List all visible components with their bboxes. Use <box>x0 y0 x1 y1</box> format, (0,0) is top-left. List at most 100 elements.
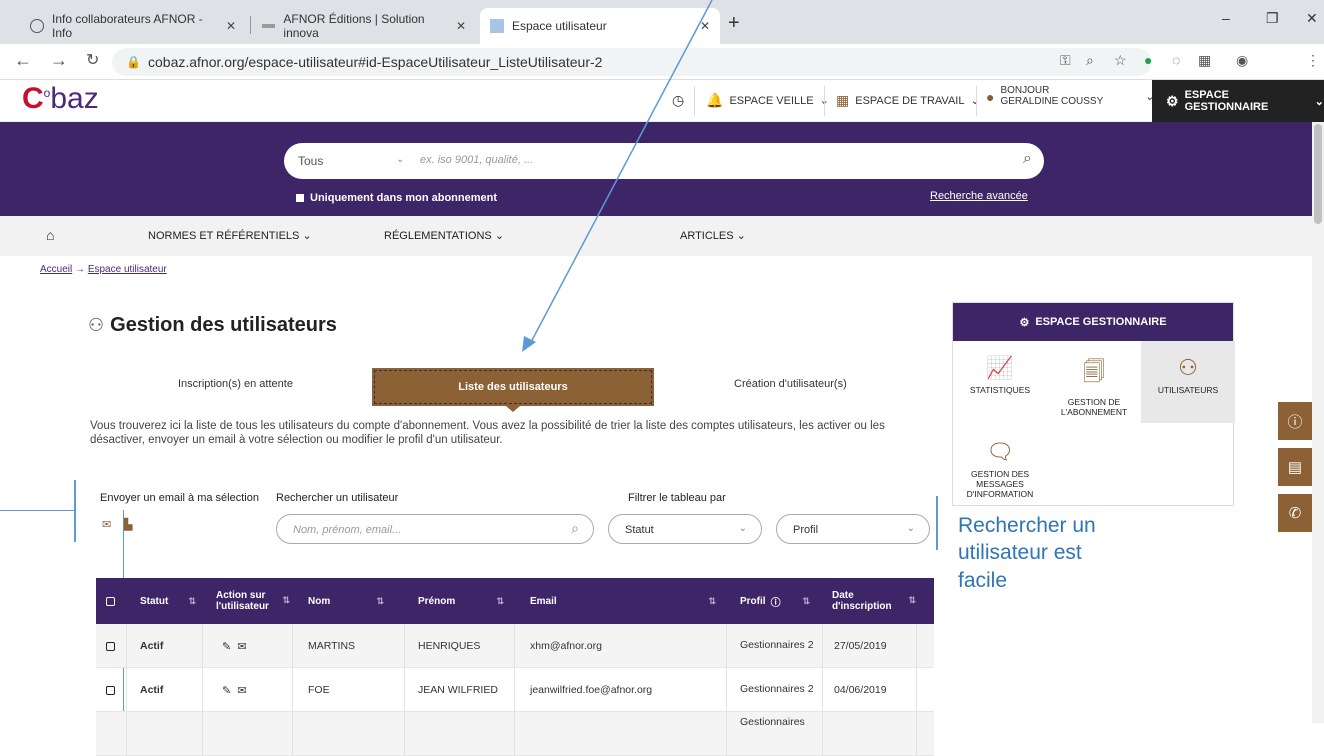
bell-icon: 🔔 <box>706 92 724 108</box>
mail-icon[interactable]: ✉ <box>237 640 246 653</box>
breadcrumb-current-link[interactable]: Espace utilisateur <box>88 264 167 275</box>
row-checkbox[interactable] <box>106 624 115 668</box>
status-filter-select[interactable]: Statut ⌄ <box>608 514 762 544</box>
close-tab-icon[interactable]: ✕ <box>456 19 466 33</box>
users-table: Statut ⇅ Action sur l'utilisateur ⇅ Nom ⇅ P… <box>96 578 934 756</box>
info-float-button[interactable]: ⓘ <box>1278 402 1312 440</box>
menu-icon[interactable]: ⋮ <box>1306 52 1320 69</box>
select-all-checkbox[interactable] <box>106 578 115 624</box>
extension-circle-icon[interactable]: ◌ <box>1172 52 1180 68</box>
search-input[interactable]: ex. iso 9001, qualité, ... <box>420 154 533 166</box>
url-field[interactable]: 🔒 cobaz.afnor.org/espace-utilisateur#id-… <box>112 48 1152 76</box>
col-date[interactable]: Date d'inscription ⇅ <box>832 578 926 624</box>
key-icon[interactable]: ⚿ <box>1060 52 1071 69</box>
only-subscription-checkbox[interactable]: Uniquement dans mon abonnement <box>296 192 497 204</box>
phone-float-button[interactable]: ✆ <box>1278 494 1312 532</box>
col-profil[interactable]: Profil ⓘ ⇅ <box>740 578 820 624</box>
edit-pencil-icon[interactable]: ✎ <box>222 684 231 697</box>
export-file-icon[interactable]: ▙ <box>124 518 132 531</box>
mail-icon[interactable]: ✉ <box>102 518 111 531</box>
advanced-search-link[interactable]: Recherche avancée <box>930 190 1028 202</box>
espace-travail-menu[interactable]: ▦ ESPACE DE TRAVAIL⌄ <box>836 92 980 109</box>
history-icon[interactable]: ◷ <box>672 92 684 109</box>
intro-text: Vous trouverez ici la liste de tous les … <box>90 420 885 446</box>
zoom-icon[interactable]: ⌕ <box>1086 52 1094 69</box>
gear-icon: ⚙ <box>1019 316 1030 329</box>
site-search: Tous ⌄ ex. iso 9001, qualité, ... ⌕ <box>284 143 1044 179</box>
search-icon[interactable]: ⌕ <box>571 520 579 537</box>
espace-veille-menu[interactable]: 🔔 ESPACE VEILLE⌄ <box>706 92 829 109</box>
new-tab-button[interactable]: + <box>728 12 740 35</box>
message-float-button[interactable]: ▤ <box>1278 448 1312 486</box>
cobaz-logo[interactable]: Cobaz <box>22 82 99 116</box>
breadcrumb-home-link[interactable]: Accueil <box>40 264 72 275</box>
back-icon[interactable]: ← <box>14 50 32 71</box>
minimize-button[interactable]: – <box>1222 10 1230 26</box>
table-row[interactable]: Gestionnaires <box>96 712 934 756</box>
tile-label: UTILISATEURS <box>1157 385 1219 395</box>
close-window-button[interactable]: ✕ <box>1306 10 1318 27</box>
chevron-down-icon: ⌄ <box>1314 95 1324 108</box>
maximize-button[interactable]: ❐ <box>1266 10 1279 27</box>
col-prenom[interactable]: Prénom ⇅ <box>418 578 514 624</box>
cell-date: 27/05/2019 <box>834 640 887 652</box>
cell-statut: Actif <box>140 640 164 652</box>
user-menu[interactable]: ● BONJOUR GERALDINE COUSSY ⌄ <box>986 85 1155 107</box>
tab-create-user[interactable]: Création d'utilisateur(s) <box>734 378 847 390</box>
menu-item-normes[interactable]: NORMES ET RÉFÉRENTIELS ⌄ <box>148 229 312 242</box>
close-tab-icon[interactable]: ✕ <box>700 19 710 33</box>
star-icon[interactable]: ☆ <box>1114 52 1127 69</box>
forward-icon[interactable]: → <box>50 50 68 71</box>
close-tab-icon[interactable]: ✕ <box>226 19 236 33</box>
espace-gestionnaire-button[interactable]: ⚙ ESPACE GESTIONNAIRE ⌄ <box>1152 80 1324 122</box>
user-search-input[interactable]: Nom, prénom, email... ⌕ <box>276 514 594 544</box>
row-checkbox[interactable] <box>106 668 115 712</box>
greeting-label: BONJOUR <box>1000 85 1050 96</box>
menu-item-reglementations[interactable]: RÉGLEMENTATIONS ⌄ <box>384 229 504 242</box>
tile-utilisateurs[interactable]: ⚇ UTILISATEURS <box>1141 341 1235 423</box>
tab-title: AFNOR Éditions | Solution innova <box>283 12 425 40</box>
tab-title: Espace utilisateur <box>512 19 607 33</box>
scrollbar-thumb[interactable] <box>1314 124 1322 224</box>
user-icon: ● <box>986 88 995 105</box>
tab-user-list[interactable]: Liste des utilisateurs <box>372 368 654 412</box>
profile-avatar-icon[interactable]: ◉ <box>1236 52 1248 69</box>
menu-item-articles[interactable]: ARTICLES ⌄ <box>680 229 746 242</box>
gear-icon: ⚙ <box>1166 92 1179 109</box>
edit-pencil-icon[interactable]: ✎ <box>222 640 231 653</box>
table-row[interactable]: Actif ✎ ✉ FOE JEAN WILFRIED jeanwilfried… <box>96 668 934 712</box>
col-action[interactable]: Action sur l'utilisateur ⇅ <box>216 578 300 624</box>
info-icon[interactable]: ⓘ <box>771 594 781 609</box>
tile-gestion-messages[interactable]: 🗨 GESTION DES MESSAGES D'INFORMATION <box>953 427 1047 501</box>
col-statut[interactable]: Statut ⇅ <box>140 578 206 624</box>
chevron-down-icon[interactable]: ⌄ <box>396 154 404 165</box>
browser-tab-active[interactable]: Espace utilisateur ✕ <box>480 8 720 44</box>
search-user-label: Rechercher un utilisateur <box>276 492 399 504</box>
profile-filter-select[interactable]: Profil ⌄ <box>776 514 930 544</box>
annotation-line-1: Rechercher un <box>958 514 1096 537</box>
tile-gestion-abonnement[interactable]: 🗐 GESTION DE L'ABONNEMENT <box>1047 341 1141 423</box>
breadcrumb-separator: → <box>75 264 86 275</box>
extension-leaf-icon[interactable]: ● <box>1144 52 1152 68</box>
search-scope-select[interactable]: Tous <box>298 154 323 168</box>
annotation-bar-left <box>74 480 76 542</box>
browser-tab[interactable]: Info collaborateurs AFNOR - Info ✕ <box>20 8 246 44</box>
send-email-label: Envoyer un email à ma sélection <box>100 492 259 504</box>
table-row[interactable]: Actif ✎ ✉ MARTINS HENRIQUES xhm@afnor.or… <box>96 624 934 668</box>
browser-tab[interactable]: AFNOR Éditions | Solution innova ✕ <box>252 8 476 44</box>
reload-icon[interactable]: ↻ <box>86 50 99 70</box>
lock-icon: 🔒 <box>126 55 141 69</box>
tile-statistiques[interactable]: 📈 STATISTIQUES <box>953 341 1047 423</box>
espace-travail-label: ESPACE DE TRAVAIL <box>855 94 965 107</box>
tab-pending[interactable]: Inscription(s) en attente <box>178 378 293 390</box>
mail-icon[interactable]: ✉ <box>237 684 246 697</box>
gestionnaire-panel: ⚙ ESPACE GESTIONNAIRE 📈 STATISTIQUES 🗐 G… <box>952 302 1235 506</box>
extension-news-icon[interactable]: ▦ <box>1198 52 1211 69</box>
col-email[interactable]: Email ⇅ <box>530 578 726 624</box>
annotation-callout: Rechercher un utilisateur est facile <box>958 512 1096 594</box>
page-scrollbar[interactable] <box>1312 122 1324 723</box>
col-nom[interactable]: Nom ⇅ <box>308 578 394 624</box>
cell-nom: MARTINS <box>308 640 356 652</box>
home-icon[interactable]: ⌂ <box>46 227 54 243</box>
search-icon[interactable]: ⌕ <box>1023 150 1032 168</box>
